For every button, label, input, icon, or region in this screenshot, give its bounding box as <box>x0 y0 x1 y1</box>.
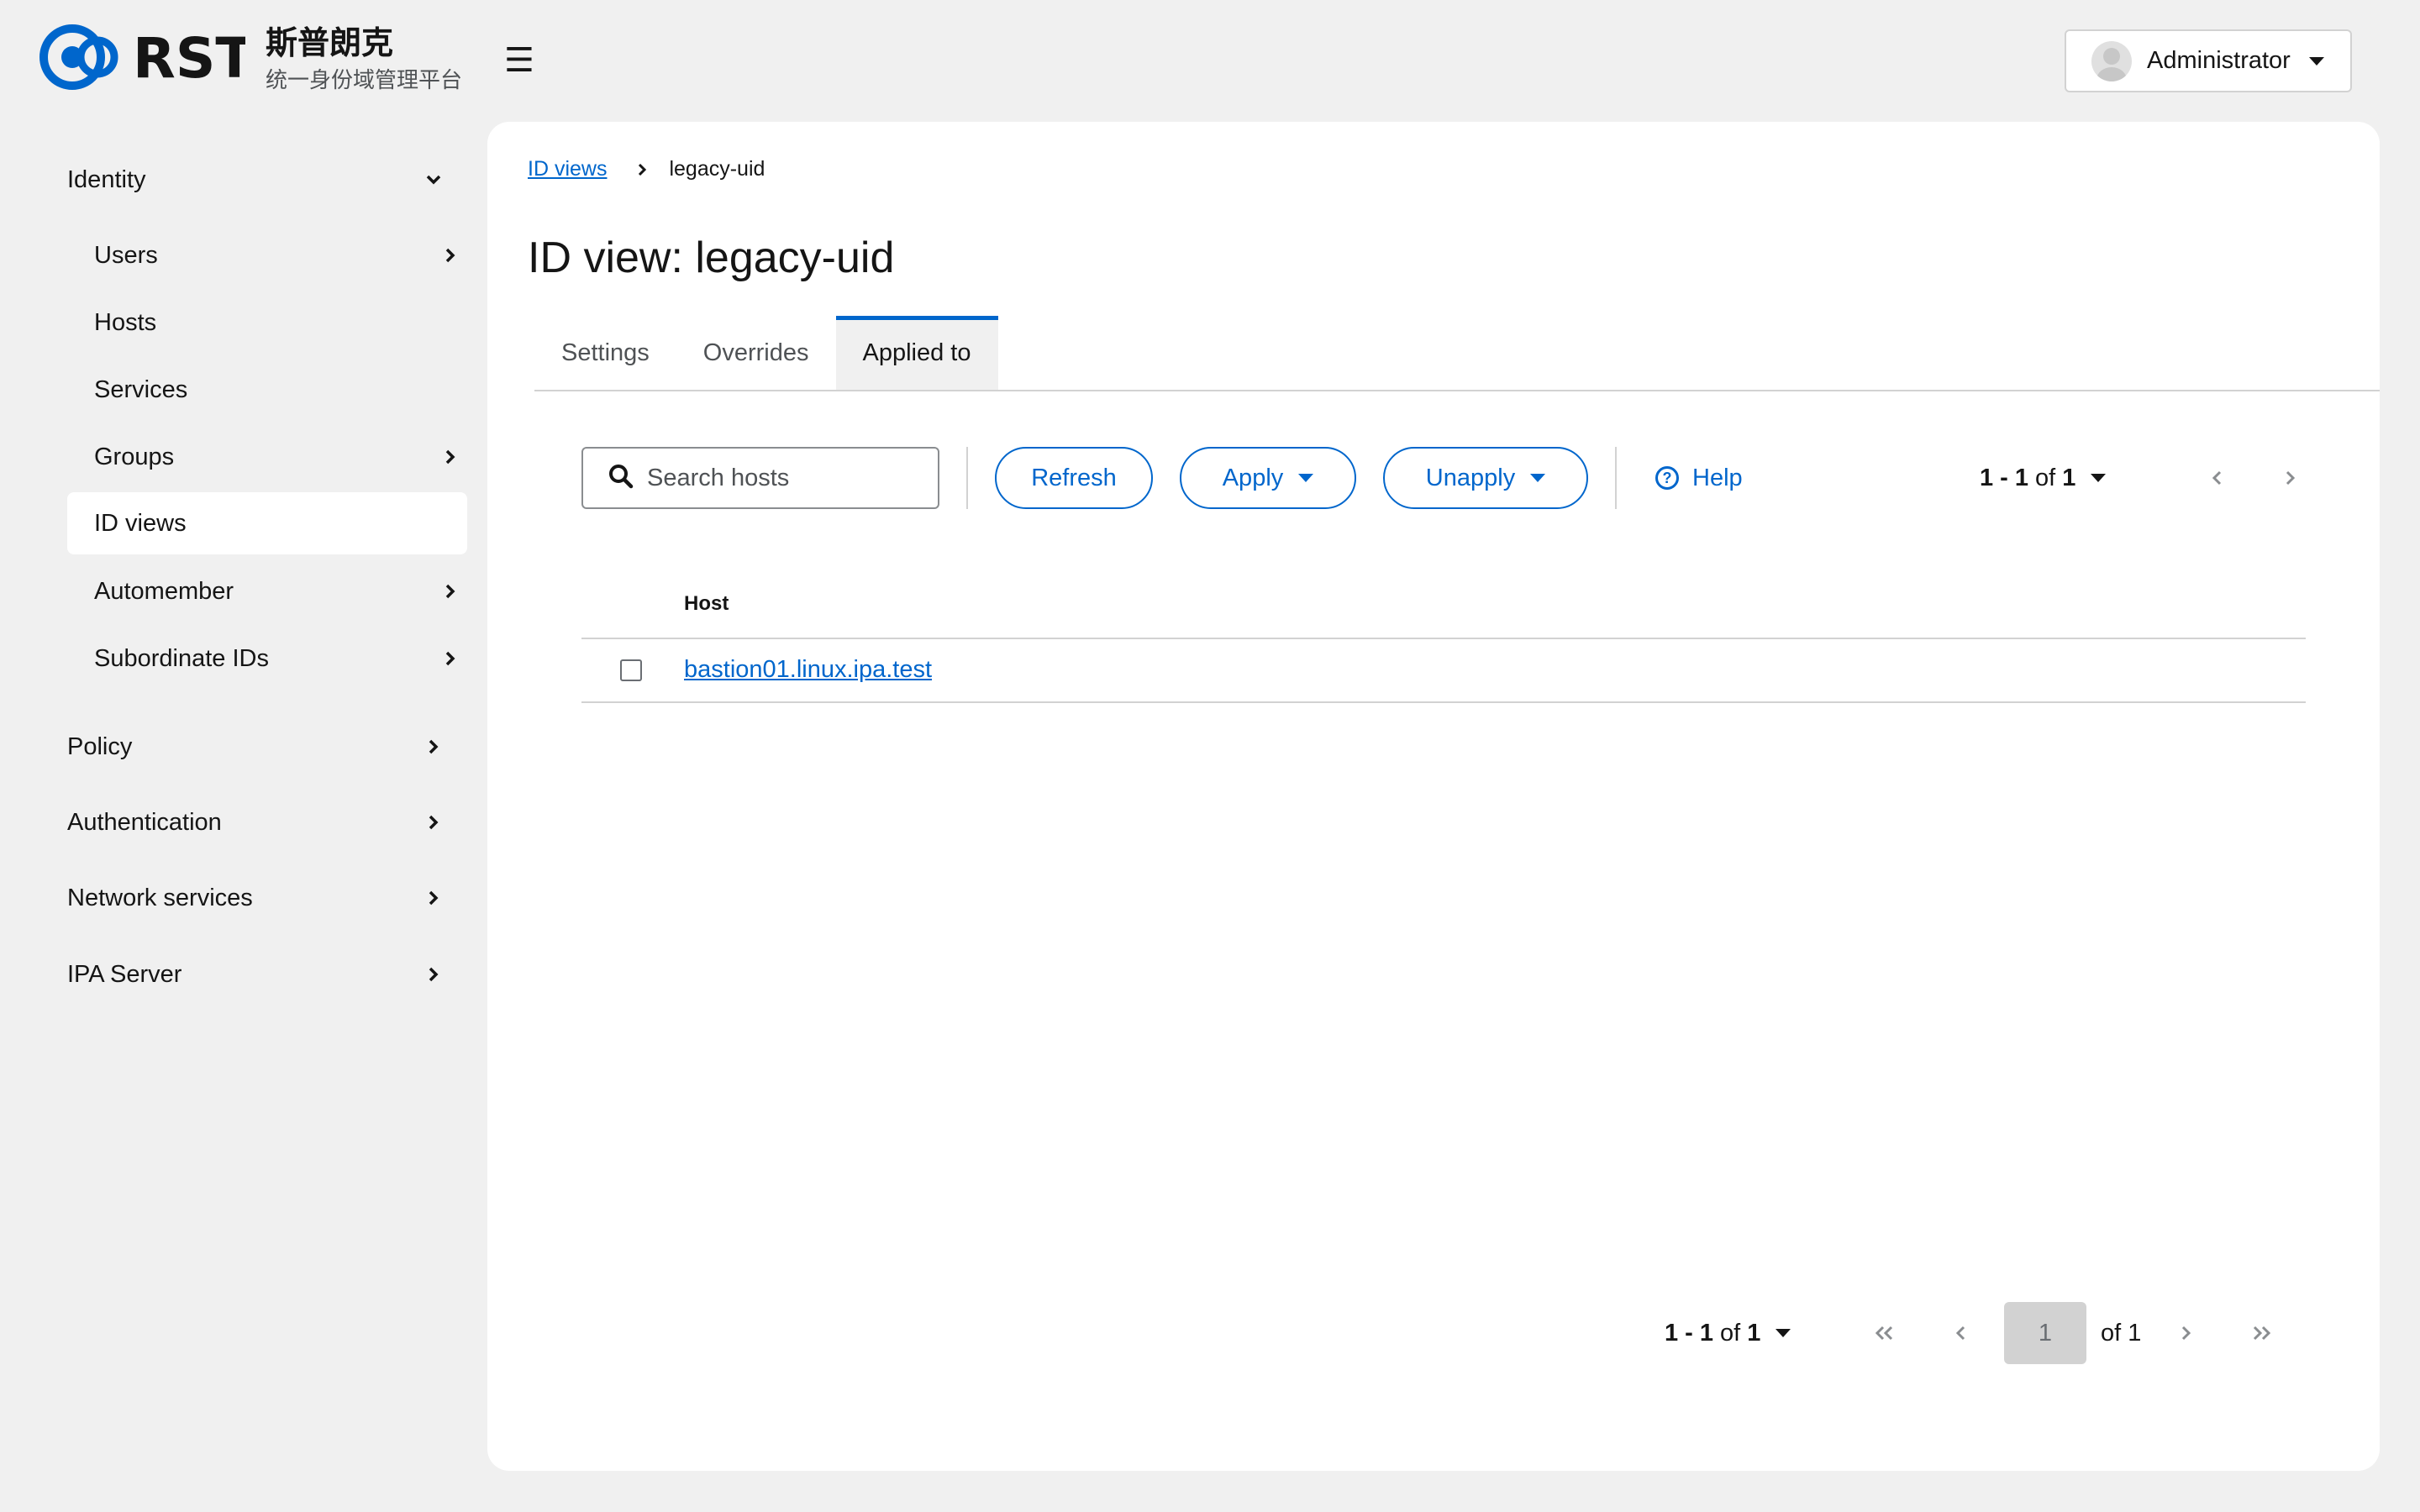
host-link[interactable]: bastion01.linux.ipa.test <box>684 656 932 684</box>
sidebar-section-label: Identity <box>67 165 146 193</box>
tab-settings[interactable]: Settings <box>534 316 676 390</box>
pagination-of: of <box>1720 1319 1741 1347</box>
sidebar-section-identity[interactable]: Identity <box>67 149 450 211</box>
sidebar-item-label: Automember <box>94 577 234 605</box>
sidebar-item-subordinate-ids[interactable]: Subordinate IDs <box>67 627 467 690</box>
caret-down-icon <box>1298 474 1314 482</box>
tab-overrides[interactable]: Overrides <box>676 316 836 390</box>
toolbar-divider <box>1615 447 1617 509</box>
sidebar-item-label: Services <box>94 375 188 403</box>
first-page-button[interactable] <box>1867 1302 1901 1364</box>
brand-name: 斯普朗克 <box>266 24 394 61</box>
last-page-button[interactable] <box>2245 1302 2279 1364</box>
pagination-range: 1 - 1 <box>1980 464 2029 491</box>
help-link[interactable]: ? Help <box>1655 447 1743 509</box>
unapply-button-label: Unapply <box>1425 464 1516 491</box>
sidebar-item-label: ID views <box>94 509 187 537</box>
logo-text: RST <box>133 26 245 91</box>
chevron-right-icon <box>434 575 467 608</box>
row-checkbox[interactable] <box>620 659 642 681</box>
search-icon <box>608 464 634 493</box>
help-label: Help <box>1692 464 1743 491</box>
breadcrumb-link-id-views[interactable]: ID views <box>528 157 607 181</box>
pagination-total: 1 <box>2062 464 2076 491</box>
pagination-of: of <box>2035 464 2056 491</box>
caret-down-icon <box>1776 1329 1791 1337</box>
sidebar-item-automember[interactable]: Automember <box>67 560 467 622</box>
chevron-right-icon <box>417 958 450 991</box>
pagination-total: 1 <box>1747 1319 1761 1347</box>
user-name: Administrator <box>2147 47 2291 74</box>
table-header: Host <box>581 575 2306 639</box>
sidebar-item-hosts[interactable]: Hosts <box>67 291 467 354</box>
page-count: of 1 <box>2101 1319 2142 1347</box>
tab-bar: Settings Overrides Applied to <box>534 316 2380 391</box>
unapply-dropdown-button[interactable]: Unapply <box>1383 447 1588 509</box>
apply-dropdown-button[interactable]: Apply <box>1180 447 1356 509</box>
toolbar-divider <box>966 447 968 509</box>
sidebar-section-network-services[interactable]: Network services <box>67 867 450 929</box>
current-page-input[interactable]: 1 <box>2004 1302 2086 1364</box>
sidebar-section-ipa-server[interactable]: IPA Server <box>67 943 450 1005</box>
previous-page-button[interactable] <box>1944 1302 1977 1364</box>
chevron-right-icon <box>637 162 647 177</box>
pagination-toggle-top[interactable]: 1 - 1 of 1 <box>1980 447 2107 509</box>
sidebar-item-groups[interactable]: Groups <box>67 426 467 488</box>
sidebar-item-label: Hosts <box>94 308 157 336</box>
sidebar-section-label: Network services <box>67 884 253 911</box>
search-input[interactable] <box>647 464 916 492</box>
search-field[interactable] <box>581 447 939 509</box>
brand-subtitle: 统一身份域管理平台 <box>266 68 463 93</box>
hamburger-icon[interactable]: ☰ <box>504 40 534 81</box>
pagination-toggle-bottom[interactable]: 1 - 1 of 1 <box>1665 1302 1791 1364</box>
refresh-button-label: Refresh <box>1031 464 1117 491</box>
sidebar-section-label: IPA Server <box>67 960 182 988</box>
sidebar-section-label: Authentication <box>67 808 222 836</box>
avatar <box>2091 40 2132 81</box>
breadcrumb-current: legacy-uid <box>669 157 765 181</box>
caret-down-icon <box>2308 56 2324 66</box>
rst-logo: RST <box>39 22 245 92</box>
chevron-right-icon <box>417 730 450 764</box>
help-icon: ? <box>1655 466 1679 490</box>
refresh-button[interactable]: Refresh <box>995 447 1153 509</box>
chevron-down-icon <box>417 163 450 197</box>
chevron-right-icon <box>434 440 467 474</box>
sidebar-item-services[interactable]: Services <box>67 359 467 421</box>
sidebar-item-label: Users <box>94 241 158 269</box>
chevron-right-icon <box>417 881 450 915</box>
column-header-host[interactable]: Host <box>684 592 729 616</box>
next-page-button[interactable] <box>2274 447 2307 509</box>
chevron-right-icon <box>417 806 450 839</box>
caret-down-icon <box>1530 474 1546 482</box>
caret-down-icon <box>2091 474 2107 482</box>
table-row: bastion01.linux.ipa.test <box>581 639 2306 703</box>
apply-button-label: Apply <box>1222 464 1284 491</box>
breadcrumb: ID views legacy-uid <box>528 157 765 181</box>
next-page-button[interactable] <box>2170 1302 2203 1364</box>
main-panel: ID views legacy-uid ID view: legacy-uid … <box>487 122 2380 1471</box>
sidebar-section-label: Policy <box>67 732 133 760</box>
pagination-range: 1 - 1 <box>1665 1319 1714 1347</box>
sidebar-item-id-views[interactable]: ID views <box>67 492 467 554</box>
user-menu-dropdown[interactable]: Administrator <box>2065 29 2352 92</box>
previous-page-button[interactable] <box>2200 447 2233 509</box>
chevron-right-icon <box>434 642 467 675</box>
brand: 斯普朗克 统一身份域管理平台 <box>266 24 462 97</box>
chevron-right-icon <box>434 239 467 272</box>
sidebar-section-authentication[interactable]: Authentication <box>67 791 450 853</box>
tab-applied-to[interactable]: Applied to <box>835 316 998 390</box>
sidebar-item-label: Groups <box>94 443 175 470</box>
sidebar-item-label: Subordinate IDs <box>94 644 269 672</box>
page-title: ID view: legacy-uid <box>528 234 895 282</box>
sidebar-item-users[interactable]: Users <box>67 224 467 286</box>
sidebar-section-policy[interactable]: Policy <box>67 716 450 778</box>
